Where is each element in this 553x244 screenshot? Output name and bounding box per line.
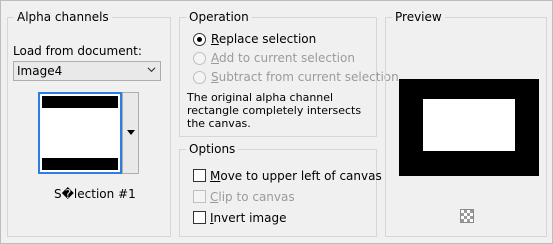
subtract-selection-radio[interactable] [193,71,206,84]
operation-title: Operation [186,10,252,24]
replace-selection-radio[interactable] [193,33,206,46]
invert-image-label[interactable]: Invert image [210,211,286,225]
subtract-selection-label[interactable]: Subtract from current selection [211,70,399,84]
add-to-selection-radio[interactable] [193,52,206,65]
load-from-document-label: Load from document: [13,44,142,58]
dialog-frame: Alpha channels Load from document: Image… [0,0,553,244]
alpha-channels-title: Alpha channels [14,10,112,24]
alpha-channel-thumbnail[interactable] [38,92,122,174]
preview-image [399,79,539,176]
operation-description: The original alpha channel rectangle com… [187,91,362,130]
move-upper-left-label[interactable]: Move to upper left of canvas [210,169,382,183]
preview-title: Preview [392,10,445,24]
clip-to-canvas-label[interactable]: Clip to canvas [210,190,295,204]
move-upper-left-checkbox[interactable] [193,169,206,182]
triangle-down-icon [127,130,135,135]
thumbnail-black-area [42,96,118,170]
thumbnail-white-area [42,108,118,158]
checkerboard-icon[interactable] [460,209,474,223]
options-title: Options [186,142,239,156]
preview-white-rectangle [423,99,515,151]
clip-to-canvas-checkbox[interactable] [193,190,206,203]
invert-image-checkbox[interactable] [193,211,206,224]
add-to-selection-label[interactable]: Add to current selection [211,51,355,65]
selection-name: S�lection #1 [54,187,136,201]
radio-selected-dot [197,37,202,42]
document-dropdown[interactable]: Image4 [13,61,161,81]
chevron-down-icon [147,67,156,73]
document-dropdown-value: Image4 [17,64,63,78]
thumbnail-dropdown-button[interactable] [122,92,139,174]
replace-selection-label[interactable]: Replace selection [211,32,316,46]
